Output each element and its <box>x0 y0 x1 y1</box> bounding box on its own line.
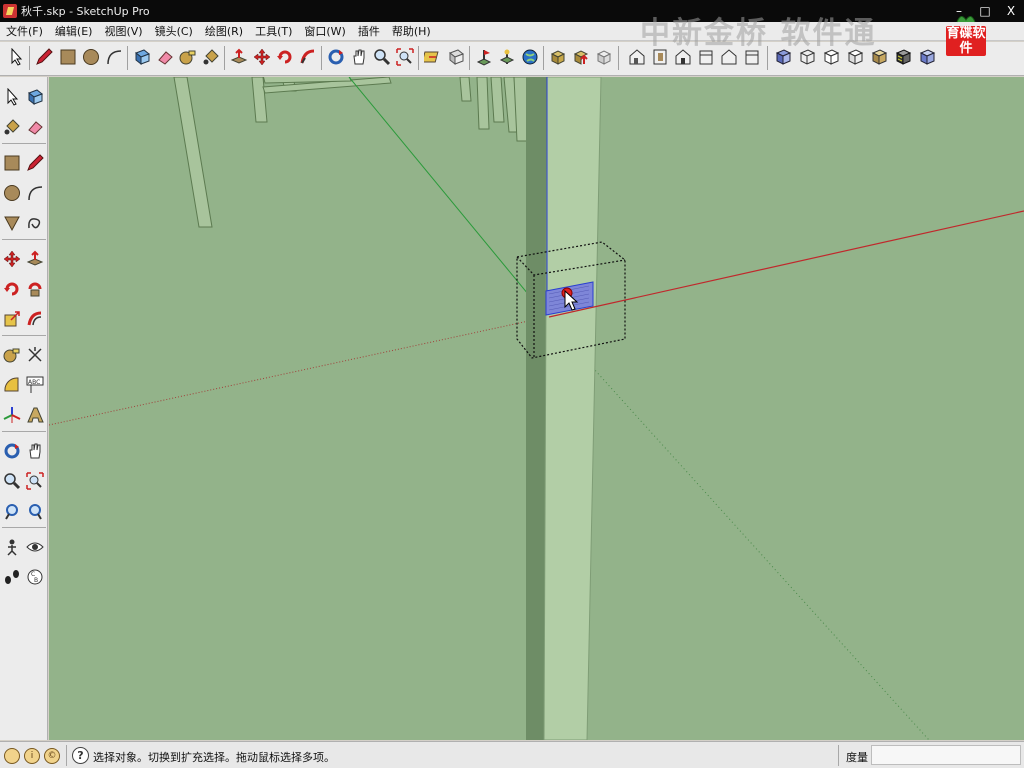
previous-view-icon[interactable] <box>1 500 23 522</box>
zoom-icon[interactable] <box>371 46 393 68</box>
rotate-icon[interactable] <box>274 46 296 68</box>
polygon-icon[interactable] <box>1 212 23 234</box>
rectangle-icon[interactable] <box>1 152 23 174</box>
left-toolbar: ABC CB <box>0 77 48 740</box>
menu-help[interactable]: 帮助(H) <box>386 22 437 41</box>
sketchup-app-icon <box>3 4 17 18</box>
menu-edit[interactable]: 编辑(E) <box>49 22 99 41</box>
credits-icon[interactable]: i <box>24 748 40 764</box>
tape-measure-icon[interactable] <box>1 344 23 366</box>
share-component-icon[interactable] <box>593 46 615 68</box>
photo-texture-icon[interactable] <box>496 46 518 68</box>
brand-logo: 育碟软件 <box>946 12 986 58</box>
status-message: 选择对象。切换到扩充选择。拖动鼠标选择多项。 <box>93 751 335 764</box>
axes-icon[interactable] <box>1 404 23 426</box>
copyright-icon[interactable]: © <box>44 748 60 764</box>
orbit-icon[interactable] <box>325 46 347 68</box>
offset-icon[interactable] <box>24 308 46 330</box>
rotate-icon[interactable] <box>1 278 23 300</box>
post-dark-face <box>526 77 547 740</box>
push-pull-icon[interactable] <box>24 248 46 270</box>
get-models-icon[interactable] <box>547 46 569 68</box>
section-display-icon[interactable] <box>445 46 467 68</box>
3d-text-icon[interactable] <box>24 404 46 426</box>
eraser-icon[interactable] <box>24 116 46 138</box>
close-button[interactable]: X <box>998 0 1024 22</box>
arc-icon[interactable] <box>103 46 125 68</box>
move-icon[interactable] <box>1 248 23 270</box>
status-bar: i © ? 选择对象。切换到扩充选择。拖动鼠标选择多项。 度量 <box>0 741 1024 768</box>
pan-icon[interactable] <box>24 440 46 462</box>
brand-logo-text: 育碟软件 <box>946 26 986 56</box>
select-arrow-icon[interactable] <box>6 46 28 68</box>
monochrome-style-icon[interactable] <box>892 46 914 68</box>
rectangle-icon[interactable] <box>57 46 79 68</box>
menu-draw[interactable]: 绘图(R) <box>199 22 249 41</box>
measurements-label: 度量 <box>846 751 868 764</box>
dimension-icon[interactable] <box>24 344 46 366</box>
add-location-icon[interactable] <box>473 46 495 68</box>
zoom-extents-icon[interactable] <box>394 46 416 68</box>
walk-icon[interactable] <box>1 566 23 588</box>
sketchup-window: 秋千.skp - SketchUp Pro – □ X 文件(F) 编辑(E) … <box>0 0 1024 768</box>
scene-canvas <box>49 77 1024 740</box>
background-swing-frame <box>173 77 532 228</box>
watermark-text: 中新金桥 软件通 <box>640 16 877 51</box>
tape-measure-icon[interactable] <box>177 46 199 68</box>
section-plane-icon[interactable]: CB <box>24 566 46 588</box>
pencil-icon[interactable] <box>24 152 46 174</box>
window-title: 秋千.skp - SketchUp Pro <box>21 5 150 18</box>
circle-icon[interactable] <box>1 182 23 204</box>
component-style-icon[interactable] <box>916 46 938 68</box>
geo-location-icon[interactable] <box>4 748 20 764</box>
position-camera-icon[interactable] <box>1 536 23 558</box>
google-earth-icon[interactable] <box>519 46 541 68</box>
menu-view[interactable]: 视图(V) <box>98 22 148 41</box>
menu-tools[interactable]: 工具(T) <box>249 22 298 41</box>
pencil-icon[interactable] <box>33 46 55 68</box>
eraser-icon[interactable] <box>154 46 176 68</box>
measurements-input[interactable] <box>871 745 1021 765</box>
circle-icon[interactable] <box>80 46 102 68</box>
freehand-icon[interactable] <box>24 212 46 234</box>
arc-icon[interactable] <box>24 182 46 204</box>
follow-me-icon[interactable] <box>297 46 319 68</box>
menu-camera[interactable]: 镜头(C) <box>149 22 199 41</box>
menu-file[interactable]: 文件(F) <box>0 22 49 41</box>
section-plane-icon[interactable] <box>422 46 444 68</box>
select-arrow-icon[interactable] <box>1 86 23 108</box>
3d-viewport[interactable] <box>49 77 1024 740</box>
post-light-face <box>543 77 602 740</box>
menu-window[interactable]: 窗口(W) <box>298 22 351 41</box>
menu-plugins[interactable]: 插件 <box>352 22 386 41</box>
orbit-icon[interactable] <box>1 440 23 462</box>
make-component-icon[interactable] <box>24 86 46 108</box>
zoom-window-icon[interactable] <box>24 470 46 492</box>
follow-me-icon[interactable] <box>24 278 46 300</box>
help-icon[interactable]: ? <box>72 747 89 764</box>
push-pull-icon[interactable] <box>228 46 250 68</box>
red-axis-dotted <box>49 316 548 426</box>
pan-icon[interactable] <box>348 46 370 68</box>
svg-text:ABC: ABC <box>28 379 40 386</box>
zoom-icon[interactable] <box>1 470 23 492</box>
share-model-icon[interactable] <box>570 46 592 68</box>
look-around-icon[interactable] <box>24 536 46 558</box>
protractor-icon[interactable] <box>1 374 23 396</box>
green-axis-dotted <box>546 316 930 740</box>
scale-icon[interactable] <box>1 308 23 330</box>
red-axis-line <box>548 210 1024 318</box>
move-icon[interactable] <box>251 46 273 68</box>
svg-text:B: B <box>34 577 38 584</box>
next-view-icon[interactable] <box>24 500 46 522</box>
paint-bucket-icon[interactable] <box>200 46 222 68</box>
text-label-icon[interactable]: ABC <box>24 374 46 396</box>
make-component-icon[interactable] <box>131 46 153 68</box>
paint-bucket-icon[interactable] <box>1 116 23 138</box>
